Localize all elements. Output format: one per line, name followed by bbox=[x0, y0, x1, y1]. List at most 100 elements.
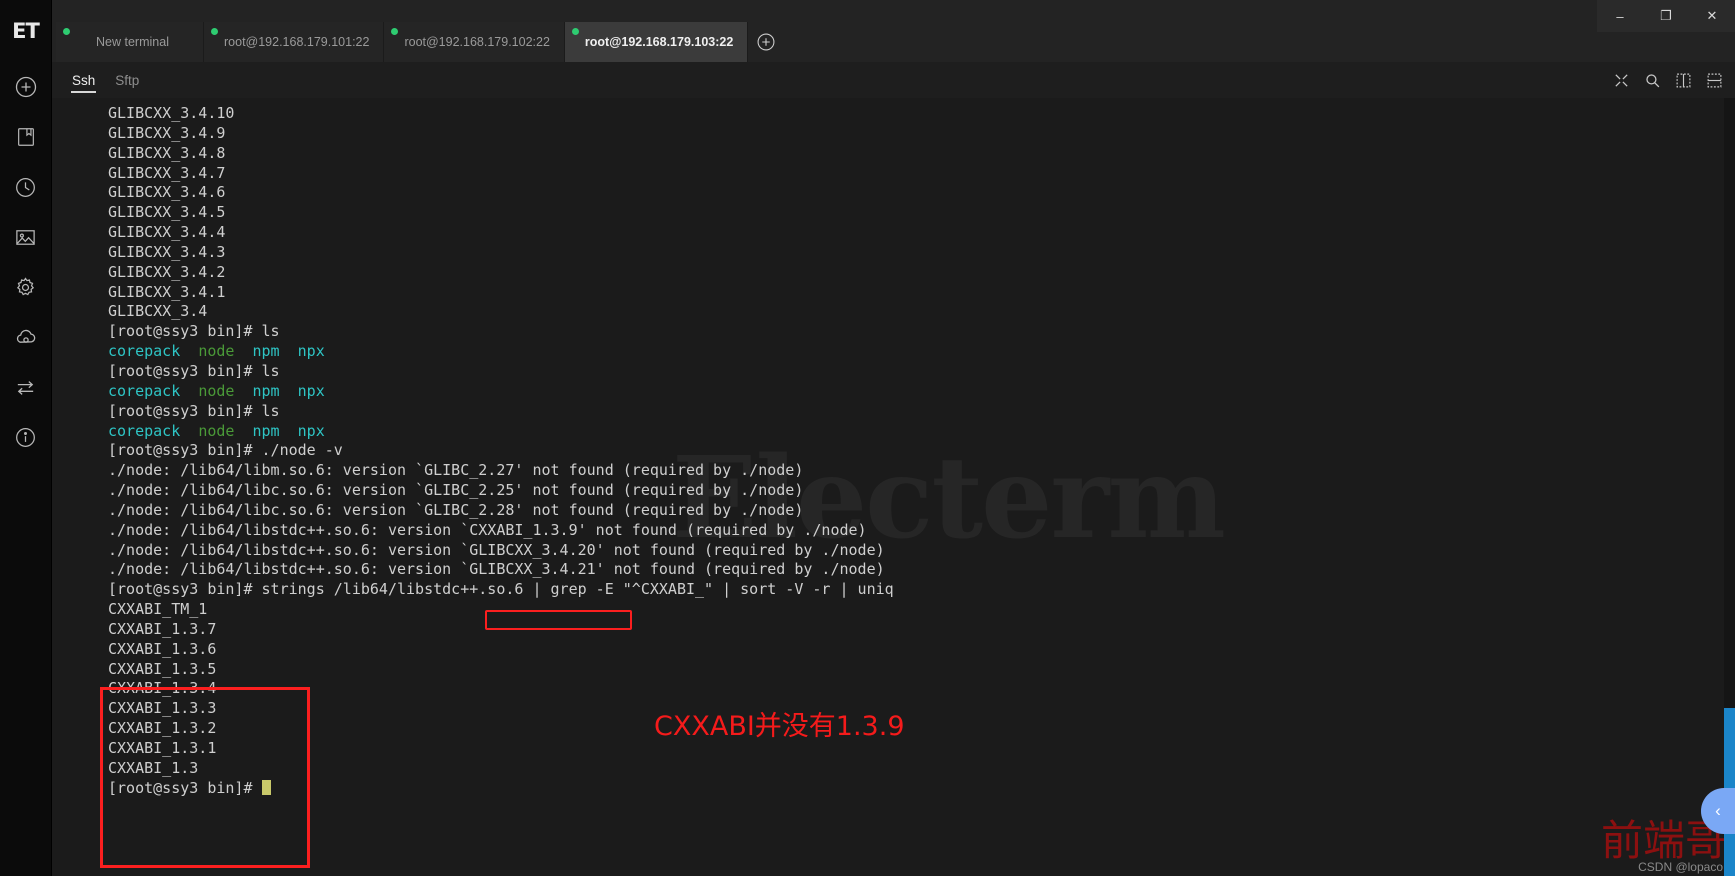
terminal-line: CXXABI_1.3.2 bbox=[108, 719, 1735, 739]
terminal-line: GLIBCXX_3.4.10 bbox=[108, 104, 1735, 124]
terminal-text: GLIBCXX_3.4.2 bbox=[108, 262, 226, 281]
terminal-tab[interactable]: New terminal bbox=[56, 22, 204, 62]
terminal-text: CXXABI_1.3.7 bbox=[108, 619, 217, 638]
csdn-watermark: CSDN @lopaco bbox=[1638, 860, 1723, 874]
terminal-text: ./node: /lib64/libm.so.6: version `GLIBC… bbox=[108, 461, 804, 480]
terminal-line: GLIBCXX_3.4.8 bbox=[108, 144, 1735, 164]
sidebar-item-info[interactable] bbox=[0, 412, 52, 462]
terminal-line: CXXABI_1.3.6 bbox=[108, 640, 1735, 660]
terminal-text: GLIBCXX_3.4.4 bbox=[108, 223, 226, 242]
gear-icon bbox=[14, 276, 37, 299]
ls-entry: corepack bbox=[108, 381, 181, 400]
main-area: New terminal root@192.168.179.101:22 root@… bbox=[52, 0, 1735, 876]
terminal-text: CXXABI_1.3.3 bbox=[108, 699, 217, 718]
terminal-text: GLIBCXX_3.4.7 bbox=[108, 163, 226, 182]
terminal-line: CXXABI_1.3.3 bbox=[108, 699, 1735, 719]
terminal-scrollbar[interactable] bbox=[1724, 98, 1735, 876]
terminal-text: GLIBCXX_3.4.5 bbox=[108, 203, 226, 222]
add-icon bbox=[14, 75, 38, 99]
ls-entry: corepack bbox=[108, 342, 181, 361]
sidebar-item-history[interactable] bbox=[0, 162, 52, 212]
tab-sftp[interactable]: Sftp bbox=[105, 65, 149, 95]
terminal-text: ./node: /lib64/libstdc++.so.6: version `… bbox=[108, 560, 885, 579]
ls-entry: npx bbox=[297, 421, 325, 440]
terminal-line: GLIBCXX_3.4.6 bbox=[108, 183, 1735, 203]
image-icon bbox=[14, 226, 37, 249]
close-button[interactable]: ✕ bbox=[1689, 0, 1735, 32]
terminal-text: CXXABI_1.3 bbox=[108, 758, 199, 777]
title-bar: New terminal root@192.168.179.101:22 root@… bbox=[52, 0, 1735, 62]
terminal-text: GLIBCXX_3.4.9 bbox=[108, 123, 226, 142]
sidebar-item-add[interactable] bbox=[0, 62, 52, 112]
terminal-line: ./node: /lib64/libc.so.6: version `GLIBC… bbox=[108, 481, 1735, 501]
tab-label: root@192.168.179.101:22 bbox=[224, 35, 370, 49]
terminal-text: GLIBCXX_3.4 bbox=[108, 302, 208, 321]
terminal-line: GLIBCXX_3.4 bbox=[108, 302, 1735, 322]
terminal-output[interactable]: GLIBCXX_3.4.10 GLIBCXX_3.4.9 GLIBCXX_3.4.8… bbox=[52, 98, 1735, 876]
split-vertical-icon[interactable] bbox=[1675, 72, 1692, 89]
toolbar-icons bbox=[1613, 62, 1723, 98]
terminal-text: ./node: /lib64/libc.so.6: version `GLIBC… bbox=[108, 481, 804, 500]
sidebar-item-transfer[interactable] bbox=[0, 362, 52, 412]
terminal-text: ./node: /lib64/libc.so.6: version `GLIBC… bbox=[108, 500, 804, 519]
ls-entry: npm bbox=[252, 421, 280, 440]
left-sidebar: ET bbox=[0, 0, 52, 876]
terminal-command: [root@ssy3 bin]# ls bbox=[108, 361, 280, 380]
tab-status-dot bbox=[211, 28, 218, 35]
terminal-text: ./node: /lib64/libstdc++.so.6: version `… bbox=[108, 540, 885, 559]
terminal-command: [root@ssy3 bin]# ./node -v bbox=[108, 441, 343, 460]
terminal-text: CXXABI_1.3.1 bbox=[108, 739, 217, 757]
search-icon[interactable] bbox=[1644, 72, 1661, 89]
new-tab-button[interactable] bbox=[748, 22, 784, 62]
ls-entry: npx bbox=[297, 342, 325, 361]
annotation-text: CXXABI并没有1.3.9 bbox=[654, 711, 905, 742]
terminal-text: GLIBCXX_3.4.6 bbox=[108, 183, 226, 202]
terminal-tab[interactable]: root@192.168.179.101:22 bbox=[204, 22, 385, 62]
terminal-line: [root@ssy3 bin]# ls bbox=[108, 362, 1735, 382]
terminal-line: GLIBCXX_3.4.4 bbox=[108, 223, 1735, 243]
terminal-line: CXXABI_1.3 bbox=[108, 759, 1735, 779]
ls-entry: npm bbox=[252, 342, 280, 361]
app-logo: ET bbox=[12, 19, 40, 43]
terminal-line: GLIBCXX_3.4.3 bbox=[108, 243, 1735, 263]
terminal-line: [root@ssy3 bin]# bbox=[108, 779, 1735, 799]
terminal-tab[interactable]: root@192.168.179.102:22 bbox=[384, 22, 565, 62]
sidebar-item-sync[interactable] bbox=[0, 312, 52, 362]
split-horizontal-icon[interactable] bbox=[1706, 72, 1723, 89]
ls-entry: npx bbox=[297, 381, 325, 400]
fullscreen-icon[interactable] bbox=[1613, 72, 1630, 89]
tab-ssh[interactable]: Ssh bbox=[62, 65, 105, 95]
ls-entry: node bbox=[198, 421, 235, 440]
terminal-line: GLIBCXX_3.4.7 bbox=[108, 164, 1735, 184]
terminal-line: CXXABI_TM_1 bbox=[108, 600, 1735, 620]
tab-label: New terminal bbox=[96, 35, 169, 49]
terminal-text: CXXABI_TM_1 bbox=[108, 600, 208, 619]
terminal-tab[interactable]: root@192.168.179.103:22 bbox=[564, 22, 749, 62]
terminal-text: CXXABI_1.3.5 bbox=[108, 659, 217, 678]
terminal-line: ./node: /lib64/libm.so.6: version `GLIBC… bbox=[108, 461, 1735, 481]
tab-label: root@192.168.179.103:22 bbox=[584, 35, 734, 49]
maximize-button[interactable]: ❐ bbox=[1643, 0, 1689, 32]
terminal-line: ./node: /lib64/libstdc++.so.6: version `… bbox=[108, 560, 1735, 580]
terminal-cursor bbox=[261, 779, 271, 795]
sidebar-item-settings[interactable] bbox=[0, 262, 52, 312]
terminal-line: CXXABI_1.3.5 bbox=[108, 660, 1735, 680]
terminal-line: [root@ssy3 bin]# ./node -v bbox=[108, 441, 1735, 461]
tab-strip: New terminal root@192.168.179.101:22 root@… bbox=[56, 22, 749, 62]
minimize-button[interactable]: – bbox=[1597, 0, 1643, 32]
bookmark-icon bbox=[15, 126, 37, 148]
terminal-panel[interactable]: Electerm GLIBCXX_3.4.10 GLIBCXX_3.4.9 GLIB… bbox=[52, 98, 1735, 876]
terminal-prompt: [root@ssy3 bin]# bbox=[108, 778, 262, 797]
terminal-line: GLIBCXX_3.4.9 bbox=[108, 124, 1735, 144]
terminal-line: corepack node npm npx bbox=[108, 422, 1735, 442]
terminal-text: GLIBCXX_3.4.8 bbox=[108, 143, 226, 162]
terminal-line: ./node: /lib64/libstdc++.so.6: version `… bbox=[108, 541, 1735, 561]
sidebar-item-bookmarks[interactable] bbox=[0, 112, 52, 162]
transfer-icon bbox=[14, 376, 37, 399]
terminal-line: [root@ssy3 bin]# strings /lib64/libstdc+… bbox=[108, 580, 1735, 600]
terminal-text: CXXABI_1.3.4 bbox=[108, 679, 217, 698]
terminal-line: GLIBCXX_3.4.5 bbox=[108, 203, 1735, 223]
terminal-line: CXXABI_1.3.7 bbox=[108, 620, 1735, 640]
window-controls: – ❐ ✕ bbox=[1597, 0, 1735, 32]
sidebar-item-wallpaper[interactable] bbox=[0, 212, 52, 262]
